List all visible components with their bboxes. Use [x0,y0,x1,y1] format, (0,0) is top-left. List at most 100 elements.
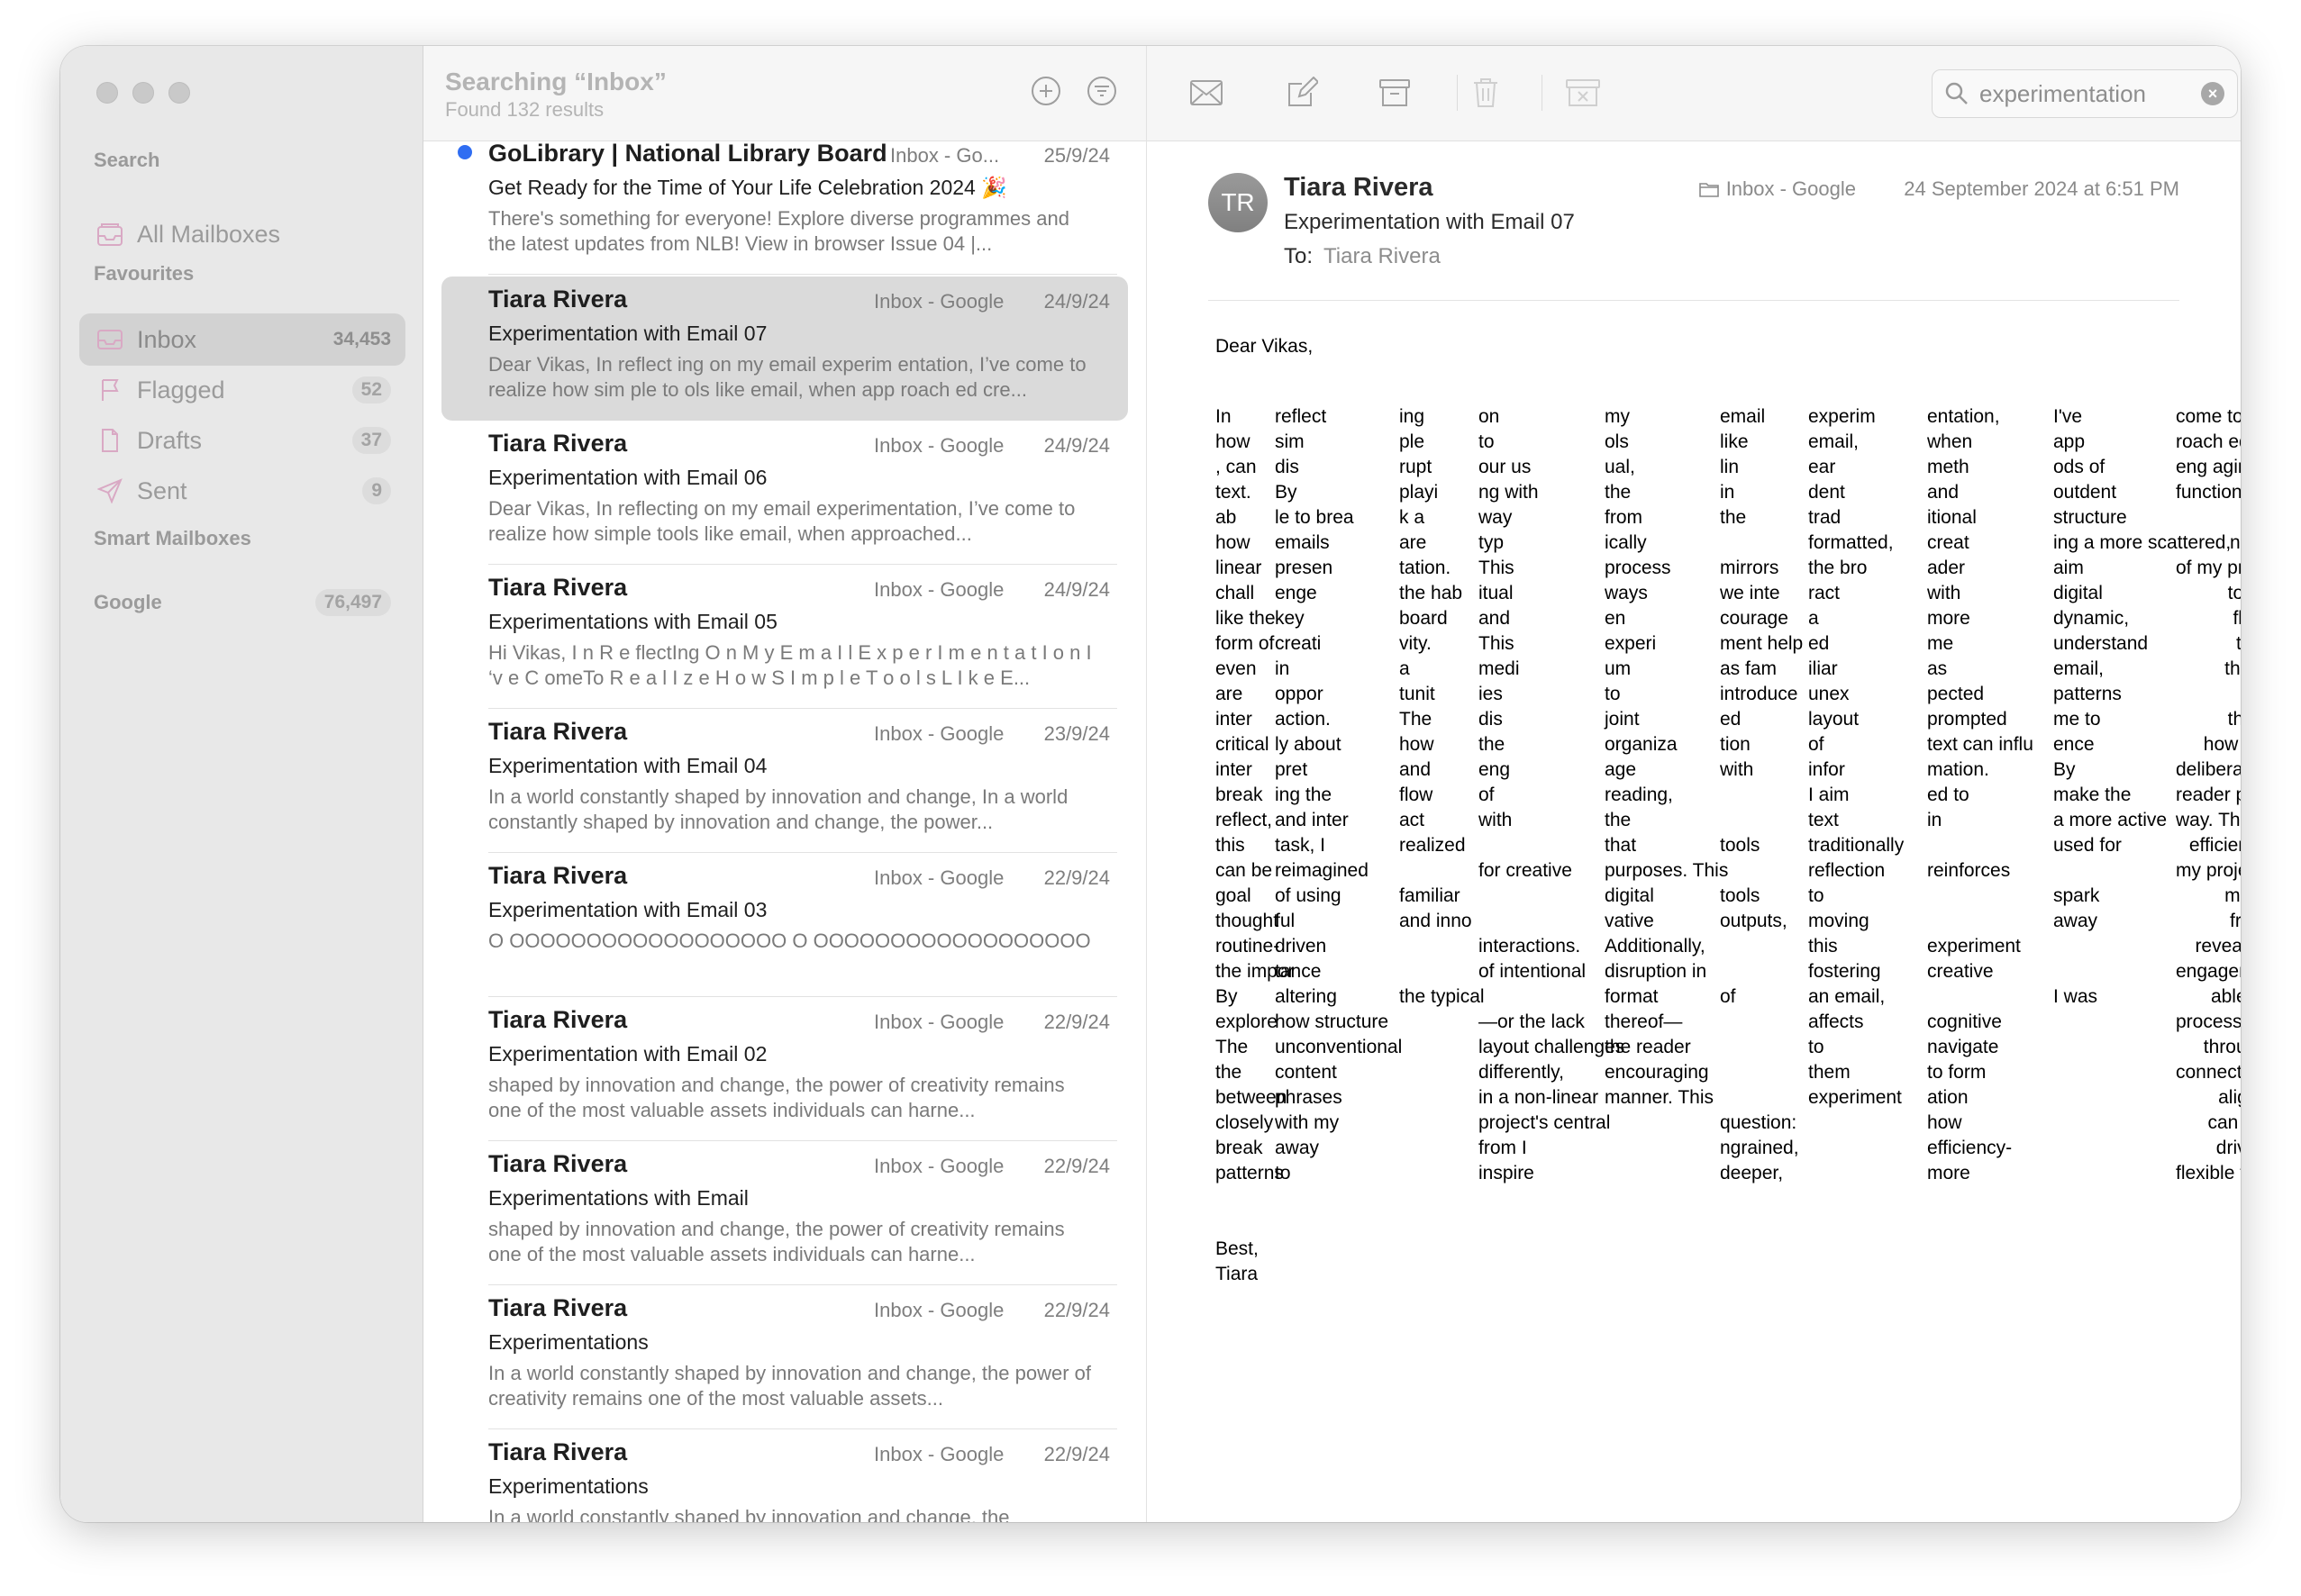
body-word: creati [1275,633,1322,654]
list-item[interactable]: Tiara Rivera Inbox - Google 23/9/24 Expe… [441,709,1128,853]
body-word: can we [2207,1112,2241,1133]
unread-count: 34,453 [332,329,391,349]
delete-button[interactable] [1468,75,1504,111]
body-word: driven [1275,936,1327,957]
body-word: goal [1215,885,1251,906]
body-word: to [1808,1037,1824,1057]
body-word: ngrained, [1720,1138,1799,1158]
message-preview: shaped by innovation and change, the pow… [488,1218,1065,1265]
body-word: of [2176,682,2241,707]
list-item[interactable]: Tiara Rivera Inbox - Google 22/9/24 Expe… [441,853,1128,997]
body-word: how [1927,1112,1962,1133]
filter-icon [1087,77,1116,105]
list-item-selected[interactable]: Tiara Rivera Inbox - Google 24/9/24 Expe… [441,277,1128,421]
body-word: ed [1808,633,1830,654]
body-word: and inno [1399,911,1472,931]
list-item[interactable]: GoLibrary | National Library Board Inbox… [441,141,1128,275]
body-word: can be [1215,860,1273,881]
body-word: layout [1808,709,1860,730]
list-item[interactable]: Tiara Rivera Inbox - Google 22/9/24 Expe… [441,997,1128,1141]
mailbox-name: Inbox - Google [874,866,1005,889]
body-word: email, [1808,431,1860,452]
sidebar-item-label: Flagged [137,376,225,404]
body-word: encouraging [1605,1062,1709,1083]
body-word: to [1808,885,1824,906]
body-word: of my project: to [2176,558,2241,578]
body-word: from [2230,911,2241,931]
body-word: rupt [1399,457,1432,477]
body-word: ing a more scattered, [2053,532,2232,553]
body-word: more [1927,608,1970,629]
body-word: from I [1478,1138,1527,1158]
sender-name[interactable]: Tiara Rivera [1284,173,1433,203]
sidebar-item-label: Sent [137,476,187,504]
list-item[interactable]: Tiara Rivera Inbox - Google 24/9/24 Expe… [441,565,1128,709]
search-field[interactable]: × [1932,69,2238,118]
sidebar-item-inbox[interactable]: Inbox 34,453 [79,313,405,366]
body-word: of using [1275,885,1341,906]
body-word: a [1399,658,1410,679]
body-word: in a non-linear [1478,1087,1599,1108]
body-word: itional [1927,507,1977,528]
close-window-button[interactable] [96,82,118,104]
body-word: email, [2053,658,2105,679]
message-preview: shaped by innovation and change, the pow… [488,1074,1065,1121]
sidebar-item-sent[interactable]: Sent 9 [79,465,405,517]
message-rows: GoLibrary | National Library Board Inbox… [423,141,1146,1522]
new-mailbox-plus-icon [1032,77,1060,105]
body-word: board [1399,608,1448,629]
body-word: roach ed creati vely [2176,431,2241,452]
smart-mailboxes-heading: Smart Mailboxes [94,527,251,549]
search-input[interactable] [1979,79,2201,108]
envelope-icon [1190,80,1223,105]
mailbox-name: Inbox - Google [874,1011,1005,1033]
message-date: 24/9/24 [1043,578,1110,601]
body-word: tools [1720,885,1760,906]
body-word: the hab [1399,583,1463,603]
junk-button[interactable] [1565,75,1601,111]
recipient-name[interactable]: Tiara Rivera [1323,244,1441,268]
body-word: pected [1927,684,1985,704]
body-word: ways [1605,583,1648,603]
body-word: way [1478,507,1513,528]
list-item[interactable]: Tiara Rivera Inbox - Google 24/9/24 Expe… [441,421,1128,565]
search-icon [1945,82,1968,104]
body-word: of [2176,505,2241,530]
sender-name: Tiara Rivera [488,1006,628,1033]
list-item[interactable]: Tiara Rivera Inbox - Google 22/9/24 Expe… [441,1285,1128,1429]
body-word: are [1215,684,1243,704]
new-mailbox-button[interactable] [1028,73,1064,109]
message-date: 22/9/24 [1043,1155,1110,1177]
filter-button[interactable] [1084,73,1120,109]
compose-button[interactable] [1284,75,1320,111]
results-count: Found 132 results [445,98,605,121]
archive-button[interactable] [1377,75,1413,111]
body-word: familiar [1399,885,1460,906]
list-item[interactable]: Tiara Rivera Inbox - Google 22/9/24 Expe… [441,1141,1128,1285]
sidebar-item-all-mailboxes[interactable]: All Mailboxes [79,208,405,260]
sidebar-item-flagged[interactable]: Flagged 52 [79,364,405,416]
minimize-window-button[interactable] [132,82,154,104]
body-word: revealed [2195,936,2241,957]
list-item[interactable]: Tiara Rivera Inbox - Google 22/9/24 Expe… [441,1429,1128,1522]
body-word: from [1605,507,1642,528]
body-word: This [1478,558,1514,578]
sidebar-item-google[interactable]: Google 76,497 [79,576,405,629]
sidebar-item-drafts[interactable]: Drafts 37 [79,414,405,467]
body-word: processing. [2176,1011,2241,1032]
sender-name: Tiara Rivera [488,718,628,745]
body-word: tance [1275,961,1322,982]
flag-icon [94,374,126,406]
body-word: to [1605,684,1621,704]
body-word: even [1215,658,1257,679]
body-word: By [1215,986,1238,1007]
get-mail-button[interactable] [1188,75,1224,111]
zoom-window-button[interactable] [168,82,190,104]
mailbox-name: Inbox - Google [874,1299,1005,1321]
body-word: the [1478,734,1505,755]
body-word: affects [1808,1011,1864,1032]
body-word: I've [2053,406,2083,427]
body-word: mation. [1927,759,1989,780]
body-word: organiza [1605,734,1678,755]
clear-search-button[interactable]: × [2201,82,2224,105]
